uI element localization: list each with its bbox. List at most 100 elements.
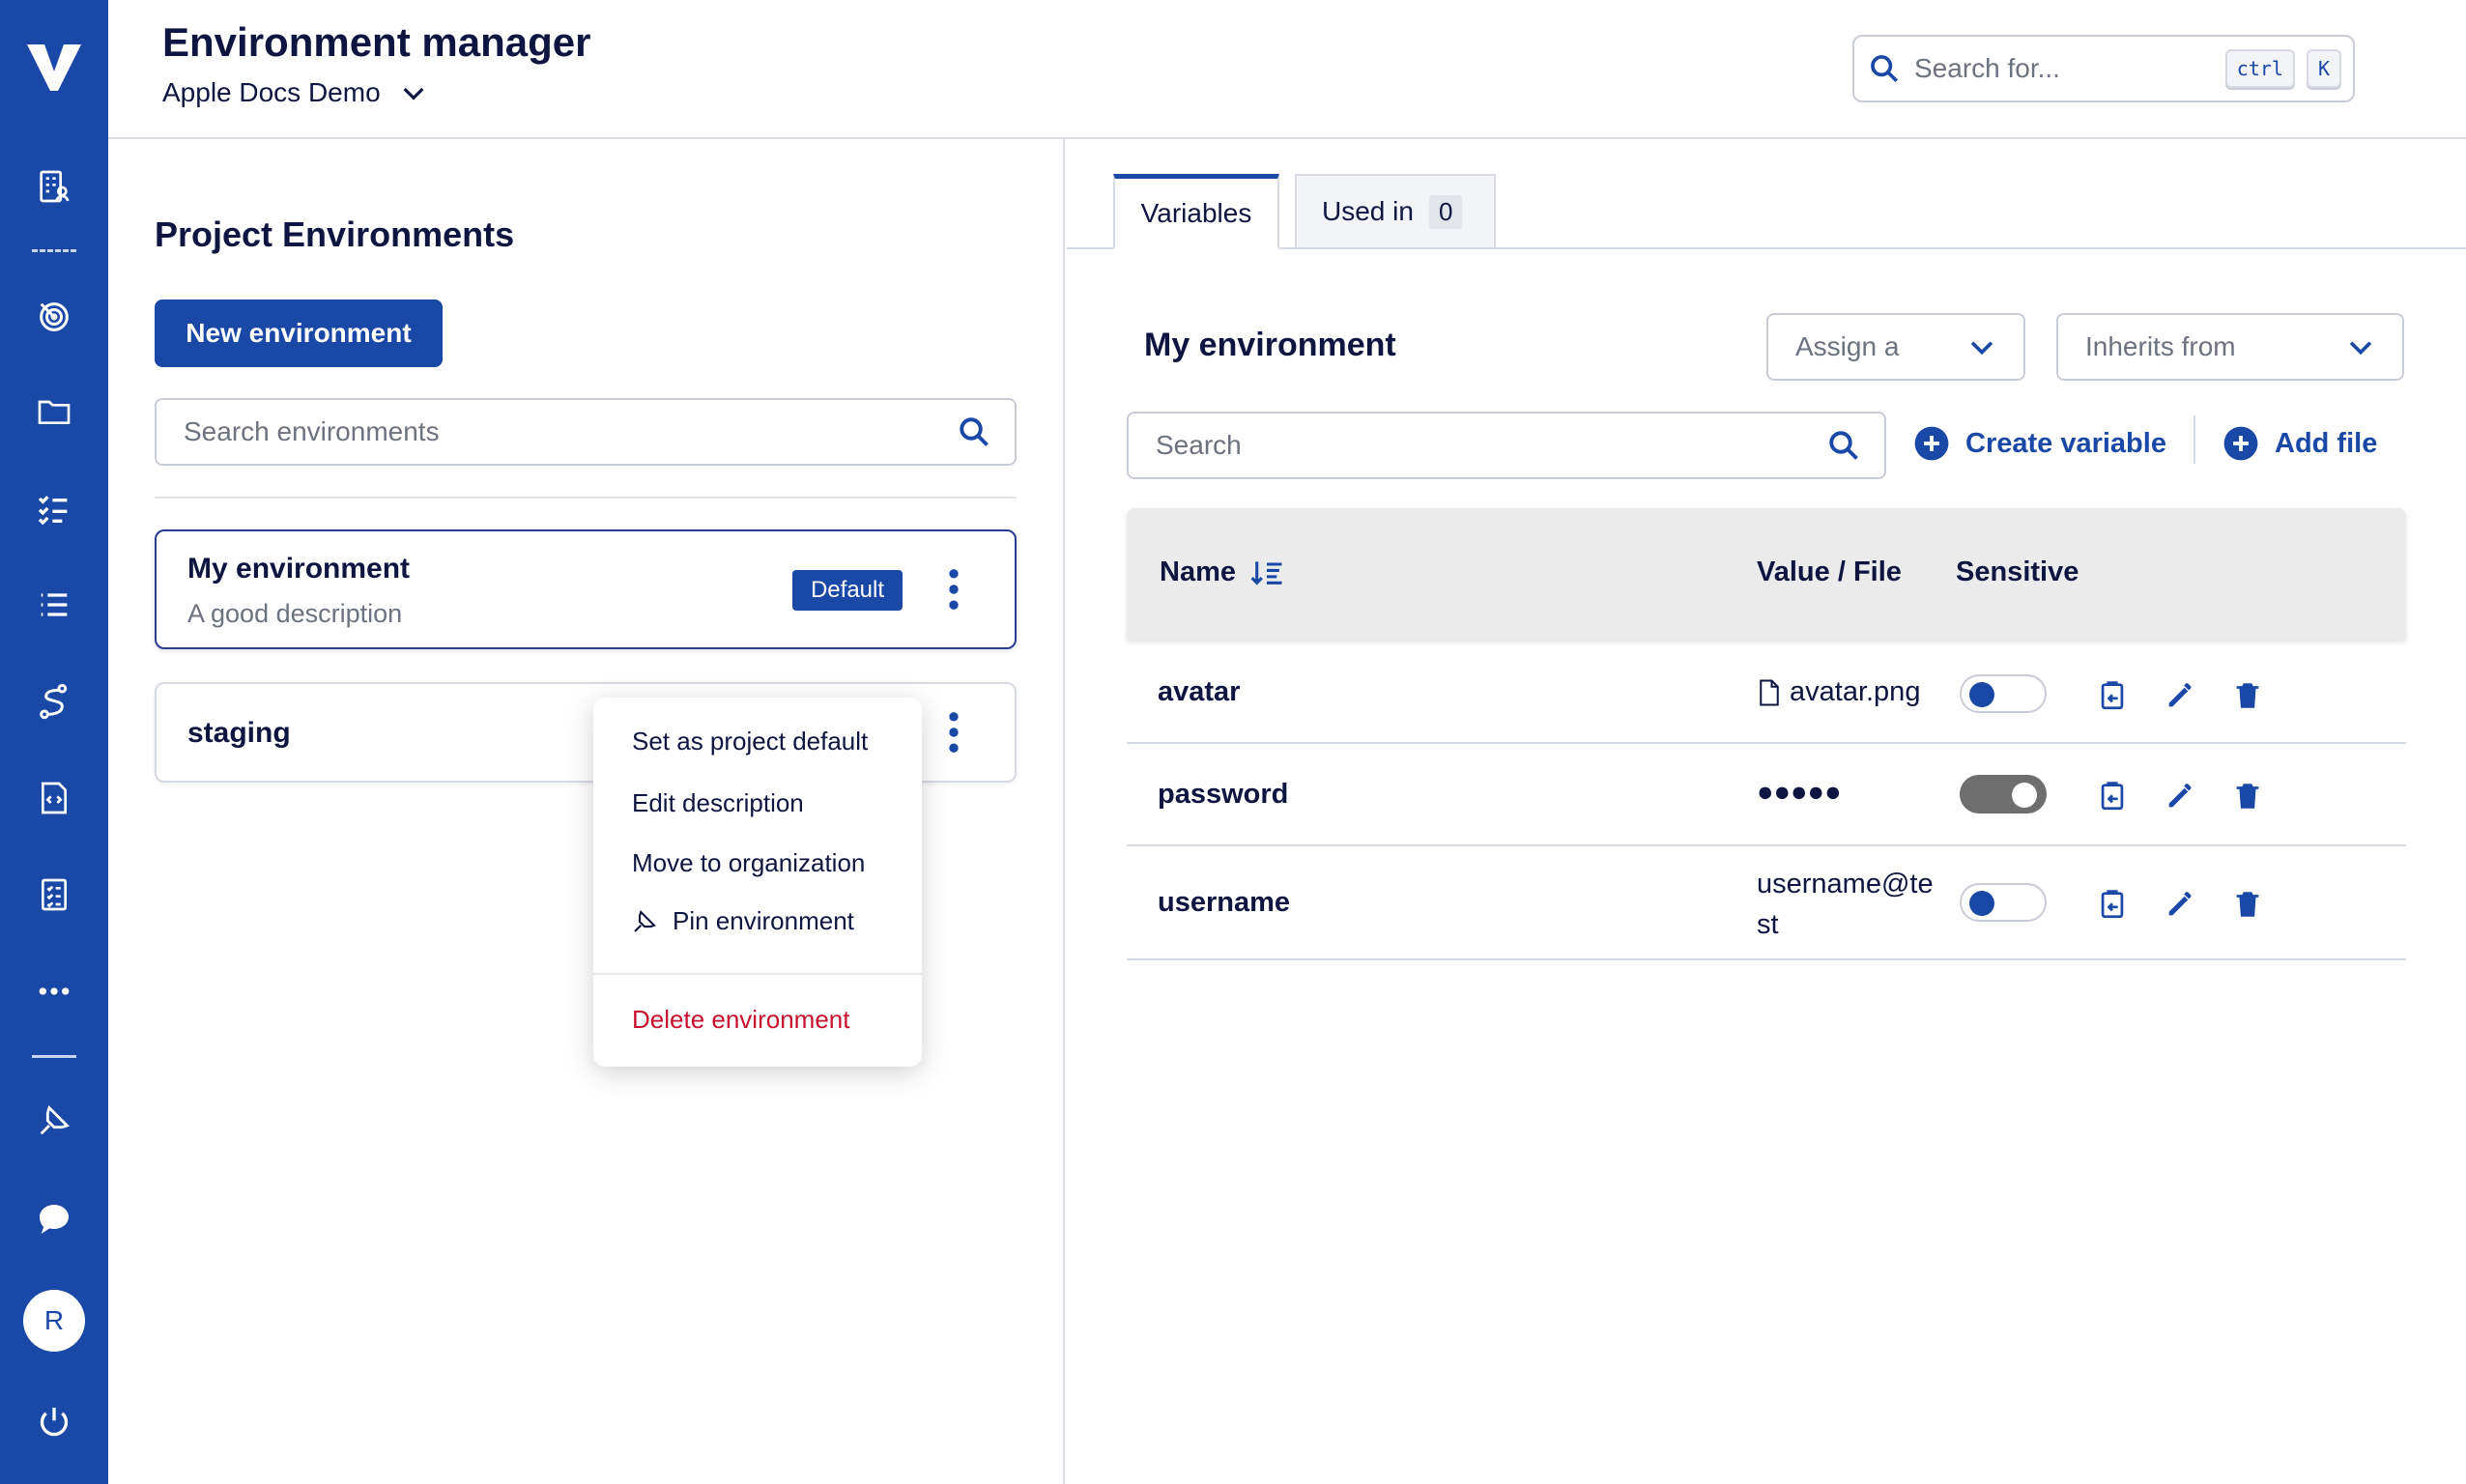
section-title: Project Environments <box>155 214 515 254</box>
logo-icon[interactable] <box>0 29 108 106</box>
menu-item-label: Move to organization <box>632 848 866 877</box>
page-header: Environment manager Apple Docs Demo Sear… <box>108 0 2466 139</box>
delete-icon[interactable] <box>2228 885 2267 924</box>
variables-table-header: Name Value / File Sensitive <box>1127 508 2406 640</box>
assign-placeholder: Assign a <box>1795 331 1900 361</box>
sidebar-apps-icon[interactable] <box>0 148 108 225</box>
environment-search-input[interactable]: Search environments <box>155 398 1017 466</box>
sidebar-list-icon[interactable] <box>0 566 108 643</box>
environment-description: A good description <box>187 599 403 628</box>
search-icon[interactable] <box>1826 428 1861 463</box>
sidebar-chat-icon[interactable] <box>0 1181 108 1258</box>
toggle-knob <box>2012 783 2037 808</box>
add-file-button[interactable]: Add file <box>2222 425 2377 462</box>
variable-search-input[interactable]: Search <box>1127 412 1886 479</box>
toggle-knob <box>1969 891 1994 916</box>
menu-item-move-organization[interactable]: Move to organization <box>632 848 865 878</box>
file-name: avatar.png <box>1790 676 1921 707</box>
menu-item-label: Edit description <box>632 788 804 817</box>
column-label: Name <box>1160 556 1236 587</box>
menu-item-edit-description[interactable]: Edit description <box>632 788 804 818</box>
create-variable-button[interactable]: Create variable <box>1913 425 2166 462</box>
sidebar-dashed-divider <box>32 249 76 252</box>
chevron-down-icon <box>1970 341 1993 356</box>
tab-used-in[interactable]: Used in 0 <box>1295 174 1496 249</box>
plus-circle-icon <box>1914 426 1949 461</box>
divider <box>155 497 1017 499</box>
shortcut-key-ctrl: ctrl <box>2224 49 2295 88</box>
delete-icon[interactable] <box>2228 676 2267 715</box>
sidebar: R <box>0 0 108 1484</box>
sidebar-checklist-icon[interactable] <box>0 470 108 547</box>
column-header-sensitive: Sensitive <box>1956 556 2079 588</box>
variable-value: username@test <box>1757 869 1934 940</box>
create-variable-label: Create variable <box>1965 427 2166 459</box>
plus-circle-icon <box>2223 426 2258 461</box>
copy-icon[interactable] <box>2093 676 2132 715</box>
edit-icon[interactable] <box>2161 885 2199 924</box>
shortcut-key-k: K <box>2306 49 2341 88</box>
column-header-name[interactable]: Name <box>1160 556 1284 588</box>
environment-search-placeholder: Search environments <box>184 416 440 446</box>
sensitive-toggle[interactable] <box>1960 883 2047 922</box>
tab-variables[interactable]: Variables <box>1113 174 1279 249</box>
sidebar-route-icon[interactable] <box>0 663 108 740</box>
assign-dropdown[interactable]: Assign a <box>1766 313 2025 381</box>
environment-context-menu: Set as project default Edit description … <box>593 698 922 1067</box>
variable-name: avatar <box>1158 676 1241 707</box>
tab-count-badge: 0 <box>1428 194 1463 229</box>
file-icon <box>1760 679 1779 705</box>
sidebar-folder-icon[interactable] <box>0 373 108 450</box>
edit-icon[interactable] <box>2161 777 2199 815</box>
column-header-value: Value / File <box>1757 556 1902 588</box>
search-icon <box>1871 55 1899 83</box>
table-row: password ●●●●● <box>1127 744 2406 846</box>
sidebar-pin-icon[interactable] <box>0 1082 108 1159</box>
project-selector[interactable]: Apple Docs Demo <box>162 77 429 108</box>
sidebar-test-list-icon[interactable] <box>0 856 108 933</box>
inherits-placeholder: Inherits from <box>2085 331 2236 361</box>
kebab-menu-icon[interactable] <box>939 562 968 616</box>
menu-item-label: Set as project default <box>632 727 869 756</box>
menu-divider <box>593 973 922 975</box>
chevron-down-icon <box>2349 341 2372 356</box>
kebab-menu-icon[interactable] <box>939 705 968 759</box>
sidebar-divider <box>32 1055 76 1058</box>
variable-value: avatar.png <box>1757 676 1920 708</box>
menu-item-set-default[interactable]: Set as project default <box>632 727 868 756</box>
menu-item-delete-environment[interactable]: Delete environment <box>632 1005 849 1035</box>
global-search-input[interactable]: Search for... ctrl K <box>1852 35 2355 102</box>
variable-search-placeholder: Search <box>1156 430 1242 460</box>
delete-icon[interactable] <box>2228 777 2267 815</box>
project-name: Apple Docs Demo <box>162 77 381 107</box>
sensitive-toggle[interactable] <box>1960 674 2047 713</box>
pin-icon <box>634 909 656 932</box>
inherits-from-dropdown[interactable]: Inherits from <box>2056 313 2404 381</box>
global-search-placeholder: Search for... <box>1914 53 2060 83</box>
environment-name: My environment <box>187 553 411 585</box>
new-environment-button[interactable]: New environment <box>155 300 443 367</box>
table-row: avatar avatar.png <box>1127 642 2406 744</box>
environment-card-my-environment[interactable]: My environment A good description Defaul… <box>155 529 1017 649</box>
add-file-label: Add file <box>2275 427 2378 459</box>
user-avatar[interactable]: R <box>23 1290 85 1352</box>
menu-item-pin-environment[interactable]: Pin environment <box>630 906 854 936</box>
sensitive-toggle[interactable] <box>1960 775 2047 813</box>
copy-icon[interactable] <box>2093 885 2132 924</box>
tab-label: Used in <box>1322 196 1414 226</box>
page-title: Environment manager <box>162 19 591 65</box>
sidebar-more-icon[interactable] <box>0 953 108 1030</box>
search-icon[interactable] <box>957 414 991 449</box>
column-label: Sensitive <box>1956 556 2079 587</box>
sort-icon[interactable] <box>1249 557 1284 588</box>
sidebar-target-icon[interactable] <box>0 278 108 356</box>
sidebar-power-icon[interactable] <box>0 1384 108 1461</box>
variable-name: password <box>1158 779 1289 810</box>
variable-name: username <box>1158 887 1291 918</box>
copy-icon[interactable] <box>2093 777 2132 815</box>
column-label: Value / File <box>1757 556 1902 587</box>
sidebar-code-file-icon[interactable] <box>0 759 108 837</box>
environment-heading: My environment <box>1144 327 1396 363</box>
variable-value-masked: ●●●●● <box>1757 777 1842 808</box>
edit-icon[interactable] <box>2161 676 2199 715</box>
